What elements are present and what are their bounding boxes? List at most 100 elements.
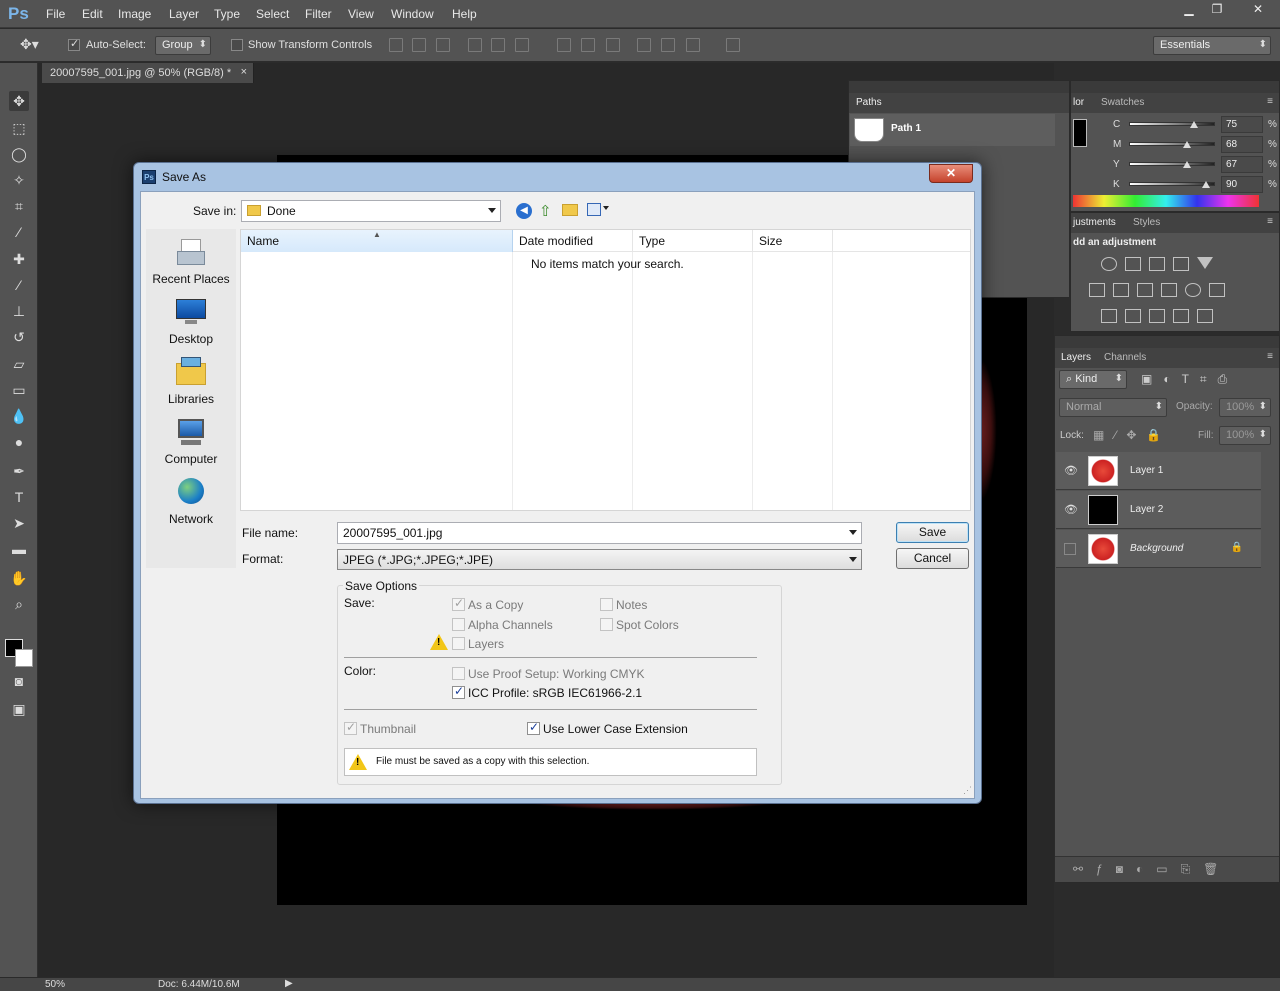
distribute-top-icon[interactable] <box>557 38 571 52</box>
history-brush-tool-icon[interactable]: ↺ <box>9 327 29 347</box>
auto-select-checkbox[interactable] <box>68 37 80 51</box>
distribute-right-icon[interactable] <box>686 38 700 52</box>
place-computer[interactable]: Computer <box>146 417 236 466</box>
menu-help[interactable]: Help <box>452 7 477 21</box>
align-left-icon[interactable] <box>468 38 482 52</box>
menu-image[interactable]: Image <box>118 7 151 21</box>
show-transform-checkbox[interactable] <box>231 39 243 51</box>
dodge-tool-icon[interactable]: ● <box>9 432 29 452</box>
close-window-button[interactable]: ✕ <box>1238 0 1278 20</box>
lock-icons[interactable]: ▦⁄✥🔒 <box>1093 428 1171 442</box>
distribute-hcenter-icon[interactable] <box>661 38 675 52</box>
tab-styles[interactable]: Styles <box>1133 217 1160 228</box>
dialog-titlebar[interactable]: Ps Save As ✕ <box>134 163 981 191</box>
menu-layer[interactable]: Layer <box>169 7 199 21</box>
align-hcenter-icon[interactable] <box>491 38 505 52</box>
slider-value-field[interactable]: 90 <box>1221 176 1263 193</box>
screen-mode-icon[interactable]: ▣ <box>9 699 29 719</box>
file-list[interactable]: Name ▲ Date modified Type Size No items … <box>240 229 971 511</box>
layer-row[interactable]: 👁 Layer 2 <box>1056 491 1261 529</box>
shape-tool-icon[interactable]: ▬ <box>9 539 29 559</box>
status-menu-arrow-icon[interactable]: ▶ <box>285 978 293 989</box>
visibility-off-icon[interactable] <box>1064 543 1076 555</box>
save-in-dropdown[interactable]: Done <box>241 200 501 222</box>
align-vcenter-icon[interactable] <box>412 38 426 52</box>
tab-adjustments[interactable]: justments <box>1073 217 1116 228</box>
zoom-tool-icon[interactable]: ⌕ <box>9 594 29 614</box>
brightness-icon[interactable] <box>1101 257 1117 271</box>
slider-track[interactable] <box>1129 162 1215 166</box>
notes-checkbox[interactable] <box>600 598 613 611</box>
place-libraries[interactable]: Libraries <box>146 357 236 406</box>
gradient-map-icon[interactable] <box>1197 309 1213 323</box>
brush-tool-icon[interactable]: ⁄ <box>9 275 29 295</box>
color-balance-icon[interactable] <box>1113 283 1129 297</box>
layer-filter-kind[interactable]: ⌕ Kind <box>1059 370 1127 389</box>
eraser-tool-icon[interactable]: ▱ <box>9 354 29 374</box>
layer-row[interactable]: 👁 Layer 1 <box>1056 452 1261 490</box>
gradient-tool-icon[interactable]: ▭ <box>9 380 29 400</box>
slider-thumb[interactable] <box>1182 161 1191 168</box>
eyedropper-tool-icon[interactable]: ⁄ <box>9 222 29 242</box>
document-tab[interactable]: 20007595_001.jpg @ 50% (RGB/8) * × <box>42 63 254 83</box>
adjustments-panel-menu-icon[interactable]: ≡ <box>1267 216 1273 227</box>
layer-filter-icons[interactable]: ▣◐T⌗⎙ <box>1141 372 1238 387</box>
view-menu-arrow-icon[interactable] <box>603 206 609 210</box>
distribute-bottom-icon[interactable] <box>606 38 620 52</box>
layer-row[interactable]: Background 🔒 <box>1056 530 1261 568</box>
invert-icon[interactable] <box>1101 309 1117 323</box>
column-type[interactable]: Type <box>633 230 753 252</box>
hand-tool-icon[interactable]: ✋ <box>9 568 29 588</box>
path-select-tool-icon[interactable]: ➤ <box>9 513 29 533</box>
auto-select-dropdown[interactable]: Group <box>155 36 211 55</box>
slider-thumb[interactable] <box>1183 141 1192 148</box>
back-icon[interactable]: ◀ <box>516 203 532 219</box>
opacity-field[interactable]: 100% <box>1219 398 1271 417</box>
use-proof-setup-checkbox[interactable] <box>452 667 465 680</box>
workspace-dropdown[interactable]: Essentials <box>1153 36 1271 55</box>
selective-color-icon[interactable] <box>1173 309 1189 323</box>
stamp-tool-icon[interactable]: ⊥ <box>9 301 29 321</box>
layers-panel-menu-icon[interactable]: ≡ <box>1267 351 1273 362</box>
format-dropdown[interactable]: JPEG (*.JPG;*.JPEG;*.JPE) <box>337 549 862 570</box>
distribute-left-icon[interactable] <box>637 38 651 52</box>
auto-align-icon[interactable] <box>726 38 740 52</box>
menu-view[interactable]: View <box>348 7 374 21</box>
quick-mask-icon[interactable]: ◙ <box>9 671 29 691</box>
layers-footer-icons[interactable]: ⚯ƒ◙◐▭⎘🗑 <box>1073 862 1231 877</box>
as-a-copy-checkbox[interactable] <box>452 596 465 611</box>
align-bottom-icon[interactable] <box>436 38 450 52</box>
thumbnail-checkbox[interactable] <box>344 720 357 735</box>
healing-tool-icon[interactable]: ✚ <box>9 249 29 269</box>
move-tool-icon[interactable]: ✥ <box>9 91 29 111</box>
vibrance-icon[interactable] <box>1197 257 1213 269</box>
threshold-icon[interactable] <box>1149 309 1165 323</box>
menu-file[interactable]: File <box>46 7 65 21</box>
place-desktop[interactable]: Desktop <box>146 297 236 346</box>
column-size[interactable]: Size <box>753 230 833 252</box>
place-network[interactable]: Network <box>146 477 236 526</box>
type-tool-icon[interactable]: T <box>9 487 29 507</box>
blend-mode-dropdown[interactable]: Normal <box>1059 398 1167 417</box>
menu-edit[interactable]: Edit <box>82 7 103 21</box>
hue-sat-icon[interactable] <box>1089 283 1105 297</box>
slider-value-field[interactable]: 75 <box>1221 116 1263 133</box>
tab-color[interactable]: lor <box>1073 97 1084 108</box>
menu-type[interactable]: Type <box>214 7 240 21</box>
posterize-icon[interactable] <box>1125 309 1141 323</box>
path-item[interactable]: Path 1 <box>850 114 1055 146</box>
resize-grip-icon[interactable]: ⋰ <box>963 785 972 796</box>
restore-button[interactable]: ❐ <box>1200 0 1234 20</box>
move-tool-preset-icon[interactable]: ✥▾ <box>20 36 39 53</box>
background-color-swatch[interactable] <box>15 649 33 667</box>
menu-window[interactable]: Window <box>391 7 434 21</box>
dialog-close-button[interactable]: ✕ <box>929 164 973 183</box>
menu-select[interactable]: Select <box>256 7 289 21</box>
document-tab-close-icon[interactable]: × <box>241 66 247 78</box>
slider-track[interactable] <box>1129 122 1215 126</box>
exposure-icon[interactable] <box>1173 257 1189 271</box>
cancel-button[interactable]: Cancel <box>896 548 969 569</box>
file-name-input[interactable]: 20007595_001.jpg <box>337 522 862 544</box>
slider-value-field[interactable]: 68 <box>1221 136 1263 153</box>
visibility-eye-icon[interactable]: 👁 <box>1064 464 1078 477</box>
